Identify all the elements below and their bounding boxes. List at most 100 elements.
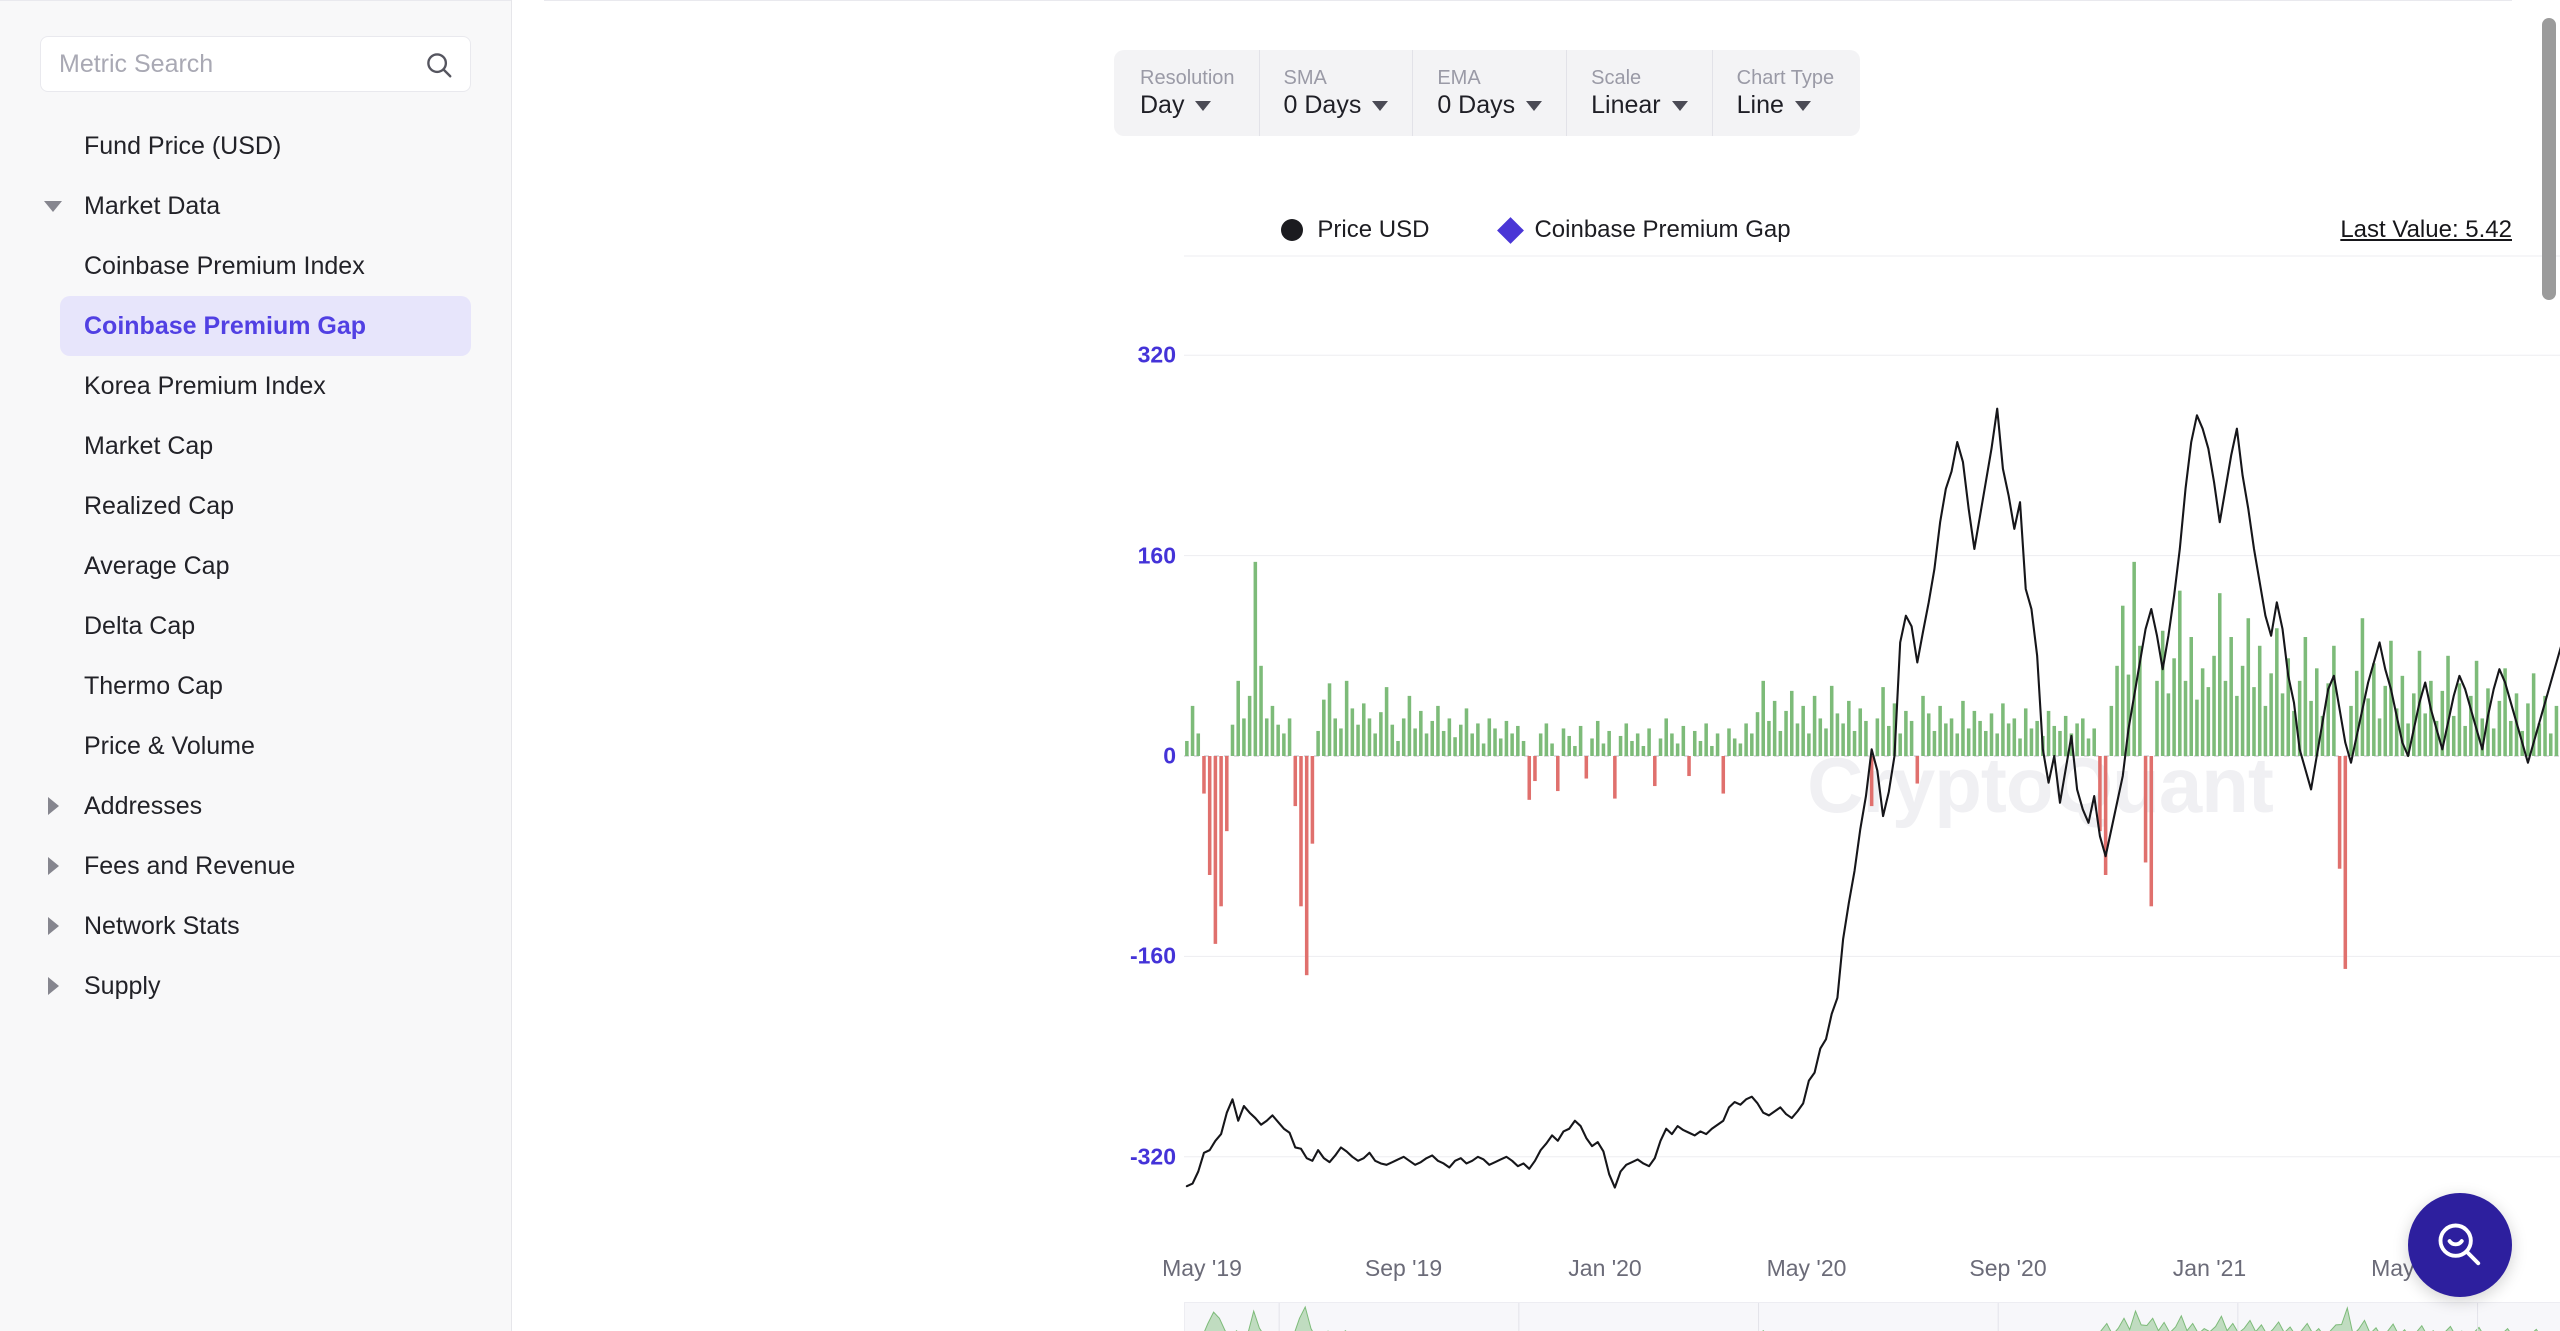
chevron-right-icon[interactable] [40,977,66,995]
sidebar-item-label: Coinbase Premium Gap [84,311,367,340]
navigator-svg[interactable] [1185,1303,2560,1331]
page-scrollbar-thumb[interactable] [2542,18,2556,300]
sidebar-item-coinbase-premium-index[interactable]: Coinbase Premium Index [0,236,511,296]
y-left-tick: -320 [1129,1143,1176,1170]
toolbar-ema-dropdown[interactable]: EMA 0 Days [1413,50,1568,136]
chart-range-navigator[interactable] [1184,1302,2560,1331]
sidebar-item-market-cap[interactable]: Market Cap [0,416,511,476]
chevron-down-icon[interactable] [40,200,66,212]
page-scrollbar[interactable] [2542,18,2556,1331]
legend-circle-icon [1281,219,1304,241]
metric-nav-list: Fund Price (USD) Market Data Coinbase Prem… [0,116,511,1016]
toolbar-resolution-label: Resolution [1140,67,1235,89]
sidebar-item-label: Addresses [84,791,203,820]
x-tick: Jan '20 [1568,1255,1642,1281]
x-tick: May '19 [1162,1255,1242,1281]
y-left-tick: 160 [1137,542,1176,569]
chevron-right-icon[interactable] [40,857,66,875]
series-coinbase-premium-gap [1185,561,2559,976]
toolbar-scale-value: Linear [1591,91,1661,119]
y-left-tick: 320 [1137,341,1176,368]
toolbar-sma-value: 0 Days [1283,91,1362,119]
sidebar-item-label: Thermo Cap [84,671,223,700]
chart-plot-area[interactable] [1184,255,2560,1257]
search-wrapper [0,0,511,92]
sidebar-top-divider [0,0,511,1]
search-icon[interactable] [424,50,454,80]
toolbar-scale-dropdown[interactable]: Scale Linear [1567,50,1713,136]
toolbar-sma-dropdown[interactable]: SMA 0 Days [1260,50,1414,136]
toolbar-resolution-value-row[interactable]: Day [1140,93,1235,118]
sidebar-item-price-volume[interactable]: Price & Volume [0,716,511,776]
legend-diamond-icon [1497,216,1525,244]
sidebar-item-label: Supply [84,971,161,1000]
sidebar-item-korea-premium-index[interactable]: Korea Premium Index [0,356,511,416]
toolbar-ema-value: 0 Days [1437,91,1516,119]
y-left-tick: 0 [1163,742,1176,769]
legend-label: Price USD [1317,216,1430,243]
chart-svg[interactable] [1184,255,2560,1257]
chart-toolbar: Resolution Day SMA 0 Days EMA 0 Days Scale Line… [1114,50,1861,136]
sidebar-item-label: Korea Premium Index [84,371,326,400]
sidebar-item-supply[interactable]: Supply [0,956,511,1016]
toolbar-ema-label: EMA [1437,67,1481,89]
chevron-down-icon[interactable] [1372,100,1389,111]
toolbar-chart-type-value-row[interactable]: Line [1737,93,1834,118]
toolbar-sma-value-row[interactable]: 0 Days [1284,93,1389,118]
sidebar-item-label: Delta Cap [84,611,196,640]
legend-item-coinbase-premium-gap[interactable]: Coinbase Premium Gap [1497,216,1791,244]
panel-top-divider [544,0,2512,1]
sidebar-item-average-cap[interactable]: Average Cap [0,536,511,596]
x-tick: May '20 [1766,1255,1847,1281]
sidebar-item-label: Fees and Revenue [84,851,296,880]
chevron-down-icon[interactable] [1794,100,1811,111]
sidebar-item-network-stats[interactable]: Network Stats [0,896,511,956]
legend-item-price-usd[interactable]: Price USD [1281,216,1429,244]
chart-legend: Price USD Coinbase Premium Gap [512,216,2560,244]
chevron-down-icon[interactable] [1526,100,1543,111]
chart-panel: Resolution Day SMA 0 Days EMA 0 Days Scale Line… [512,0,2560,1331]
search-input[interactable] [59,49,452,79]
sidebar-item-label: Average Cap [84,551,230,580]
sidebar-item-delta-cap[interactable]: Delta Cap [0,596,511,656]
toolbar-chart-type-value: Line [1736,91,1784,119]
toolbar-chart-type-label: Chart Type [1736,67,1835,89]
toolbar-chart-type-dropdown[interactable]: Chart Type Line [1713,50,1858,136]
chevron-right-icon[interactable] [40,797,66,815]
toolbar-scale-label: Scale [1591,67,1642,89]
support-search-fab[interactable] [2408,1193,2512,1297]
navigator-series [1204,1305,2539,1331]
x-axis: May '19 Sep '19 Jan '20 May '20 Sep '20 Jan '… [1162,1255,2560,1295]
app-root: Fund Price (USD) Market Data Coinbase Prem… [0,0,2560,1331]
metric-sidebar: Fund Price (USD) Market Data Coinbase Prem… [0,0,512,1331]
x-tick: Sep '19 [1364,1255,1443,1281]
sidebar-item-addresses[interactable]: Addresses [0,776,511,836]
sidebar-item-realized-cap[interactable]: Realized Cap [0,476,511,536]
toolbar-resolution-dropdown[interactable]: Resolution Day [1116,50,1260,136]
series-price-usd [1185,407,2560,1189]
toolbar-resolution-value: Day [1140,91,1185,119]
chevron-right-icon[interactable] [40,917,66,935]
sidebar-item-coinbase-premium-gap[interactable]: Coinbase Premium Gap [60,296,471,356]
last-value-label[interactable]: Last Value: 5.42 [2340,216,2512,244]
support-search-icon [2438,1223,2481,1266]
sidebar-item-label: Fund Price (USD) [84,131,282,160]
x-tick: Sep '20 [1969,1255,2047,1281]
sidebar-item-label: Market Cap [84,431,214,460]
toolbar-sma-label: SMA [1283,67,1327,89]
sidebar-item-label: Price & Volume [84,731,255,760]
x-tick: Jan '21 [2172,1255,2247,1281]
sidebar-item-label: Market Data [84,191,221,220]
sidebar-item-fees-and-revenue[interactable]: Fees and Revenue [0,836,511,896]
toolbar-scale-value-row[interactable]: Linear [1591,93,1688,118]
sidebar-item-thermo-cap[interactable]: Thermo Cap [0,656,511,716]
chevron-down-icon[interactable] [1195,100,1212,111]
chevron-down-icon[interactable] [1671,100,1688,111]
sidebar-item-label: Realized Cap [84,491,235,520]
sidebar-item-fund-price-usd[interactable]: Fund Price (USD) [0,116,511,176]
toolbar-ema-value-row[interactable]: 0 Days [1437,91,1543,119]
legend-label: Coinbase Premium Gap [1534,216,1791,243]
y-left-tick: -160 [1129,942,1176,969]
metric-search-box[interactable] [40,36,471,92]
sidebar-item-market-data[interactable]: Market Data [0,176,511,236]
